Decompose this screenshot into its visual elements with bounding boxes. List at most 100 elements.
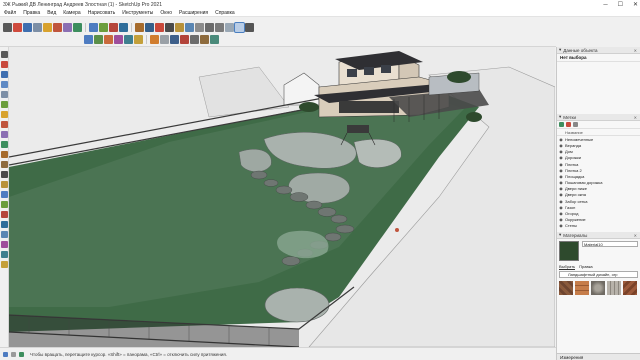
- select-tool-icon[interactable]: [3, 23, 12, 32]
- material-name-field[interactable]: Material10: [582, 241, 638, 247]
- offset-icon[interactable]: [0, 151, 8, 158]
- select-icon[interactable]: [0, 51, 8, 58]
- push-pull-tool-icon[interactable]: [43, 23, 52, 32]
- tape-measure-icon[interactable]: [0, 161, 8, 168]
- menu-tools[interactable]: Инструменты: [122, 10, 153, 16]
- menu-help[interactable]: Справка: [215, 10, 235, 16]
- tag-row[interactable]: ◉ Дом: [557, 149, 640, 155]
- shaded-icon[interactable]: [225, 23, 234, 32]
- back-view-icon[interactable]: [124, 35, 133, 44]
- position-camera-icon[interactable]: [0, 241, 8, 248]
- rectangle-tool-icon[interactable]: [33, 23, 42, 32]
- xray-icon[interactable]: [195, 23, 204, 32]
- section-plane-icon[interactable]: [175, 23, 184, 32]
- iso-view-icon[interactable]: [84, 35, 93, 44]
- close-icon[interactable]: ✕: [634, 115, 637, 120]
- eye-icon[interactable]: ◉: [557, 174, 565, 179]
- tag-row[interactable]: ◉ Двери ниже: [557, 186, 640, 192]
- menu-file[interactable]: Файл: [4, 10, 16, 16]
- material-swatch-cell[interactable]: [591, 281, 605, 295]
- shaded-textures-icon[interactable]: [234, 22, 245, 33]
- monochrome-icon[interactable]: [245, 23, 254, 32]
- style-icon[interactable]: [185, 23, 194, 32]
- pencil-icon[interactable]: [0, 71, 8, 78]
- pan-tool-icon[interactable]: [99, 23, 108, 32]
- close-button[interactable]: ✕: [633, 1, 638, 8]
- tag-row[interactable]: ◉ Двери окна: [557, 192, 640, 198]
- component-icon[interactable]: [145, 23, 154, 32]
- tag-row[interactable]: ◉ Плитка: [557, 161, 640, 167]
- tag-row[interactable]: ◉ Веранда: [557, 142, 640, 148]
- materials-header[interactable]: ▾ Материалы ✕: [557, 232, 640, 239]
- material-library-select[interactable]: Ландшафтный дизайн, огр: [559, 271, 638, 278]
- arc-icon[interactable]: [0, 81, 8, 88]
- menu-edit[interactable]: Правка: [23, 10, 40, 16]
- protractor-icon[interactable]: [210, 35, 219, 44]
- tags-header[interactable]: ▾ Метки ✕: [557, 114, 640, 121]
- eye-icon[interactable]: ◉: [557, 143, 565, 148]
- rectangle-icon[interactable]: [0, 91, 8, 98]
- tag-row[interactable]: ◉ Дорожки: [557, 155, 640, 161]
- menu-camera[interactable]: Камера: [63, 10, 80, 16]
- walk-icon[interactable]: [0, 251, 8, 258]
- tape-measure-icon[interactable]: [200, 35, 209, 44]
- eye-icon[interactable]: ◉: [557, 168, 565, 173]
- eye-icon[interactable]: ◉: [557, 162, 565, 167]
- delete-tag-icon[interactable]: [566, 122, 571, 127]
- shadows-icon[interactable]: [150, 35, 159, 44]
- top-view-icon[interactable]: [94, 35, 103, 44]
- close-icon[interactable]: ✕: [634, 48, 637, 53]
- wireframe-icon[interactable]: [205, 23, 214, 32]
- eye-icon[interactable]: ◉: [557, 223, 565, 228]
- hidden-line-icon[interactable]: [215, 23, 224, 32]
- scale-icon[interactable]: [0, 141, 8, 148]
- geo-location-icon[interactable]: [3, 351, 8, 357]
- tag-row[interactable]: ◉ Непомеченные: [557, 136, 640, 142]
- zoom-tool-icon[interactable]: [109, 23, 118, 32]
- line-tool-icon[interactable]: [23, 23, 32, 32]
- tag-row[interactable]: ◉ Окружение: [557, 217, 640, 223]
- look-around-icon[interactable]: [190, 35, 199, 44]
- zoom-extents-icon[interactable]: [119, 23, 128, 32]
- pan-icon[interactable]: [0, 201, 8, 208]
- eye-icon[interactable]: ◉: [557, 217, 565, 222]
- material-swatch-cell[interactable]: [623, 281, 637, 295]
- orbit-icon[interactable]: [0, 191, 8, 198]
- tag-row[interactable]: ◉ Плитка 2: [557, 167, 640, 173]
- front-view-icon[interactable]: [104, 35, 113, 44]
- camera-icon[interactable]: [170, 35, 179, 44]
- push-pull-icon[interactable]: [0, 111, 8, 118]
- minimize-button[interactable]: ─: [603, 2, 607, 8]
- tag-row[interactable]: ◉ Газон: [557, 204, 640, 210]
- extension-icon[interactable]: [165, 23, 174, 32]
- eye-icon[interactable]: ◉: [557, 186, 565, 191]
- eye-icon[interactable]: ◉: [557, 149, 565, 154]
- eye-icon[interactable]: ◉: [557, 137, 565, 142]
- move-tool-icon[interactable]: [53, 23, 62, 32]
- tag-row[interactable]: ◉ Площадка: [557, 173, 640, 179]
- tab-edit[interactable]: Правка: [579, 264, 593, 269]
- menu-draw[interactable]: Нарисовать: [88, 10, 115, 16]
- material-swatch-cell[interactable]: [607, 281, 621, 295]
- eye-icon[interactable]: ◉: [557, 155, 565, 160]
- tag-row[interactable]: ◉ Пошаговая дорожка: [557, 180, 640, 186]
- eye-icon[interactable]: ◉: [557, 199, 565, 204]
- left-view-icon[interactable]: [134, 35, 143, 44]
- close-icon[interactable]: ✕: [634, 233, 637, 238]
- eraser-icon[interactable]: [0, 61, 8, 68]
- add-tag-icon[interactable]: [559, 122, 564, 127]
- menu-extensions[interactable]: Расширения: [179, 10, 208, 16]
- paint-bucket-icon[interactable]: [135, 23, 144, 32]
- menu-view[interactable]: Вид: [47, 10, 56, 16]
- material-swatch-cell[interactable]: [575, 281, 589, 295]
- menu-window[interactable]: Окно: [160, 10, 172, 16]
- zoom-window-icon[interactable]: [0, 221, 8, 228]
- zoom-extents-icon[interactable]: [0, 231, 8, 238]
- orbit-tool-icon[interactable]: [89, 23, 98, 32]
- material-swatch[interactable]: [559, 241, 579, 261]
- circle-icon[interactable]: [0, 101, 8, 108]
- section-icon[interactable]: [0, 261, 8, 268]
- eye-icon[interactable]: ◉: [557, 211, 565, 216]
- eye-icon[interactable]: ◉: [557, 205, 565, 210]
- rotate-icon[interactable]: [0, 131, 8, 138]
